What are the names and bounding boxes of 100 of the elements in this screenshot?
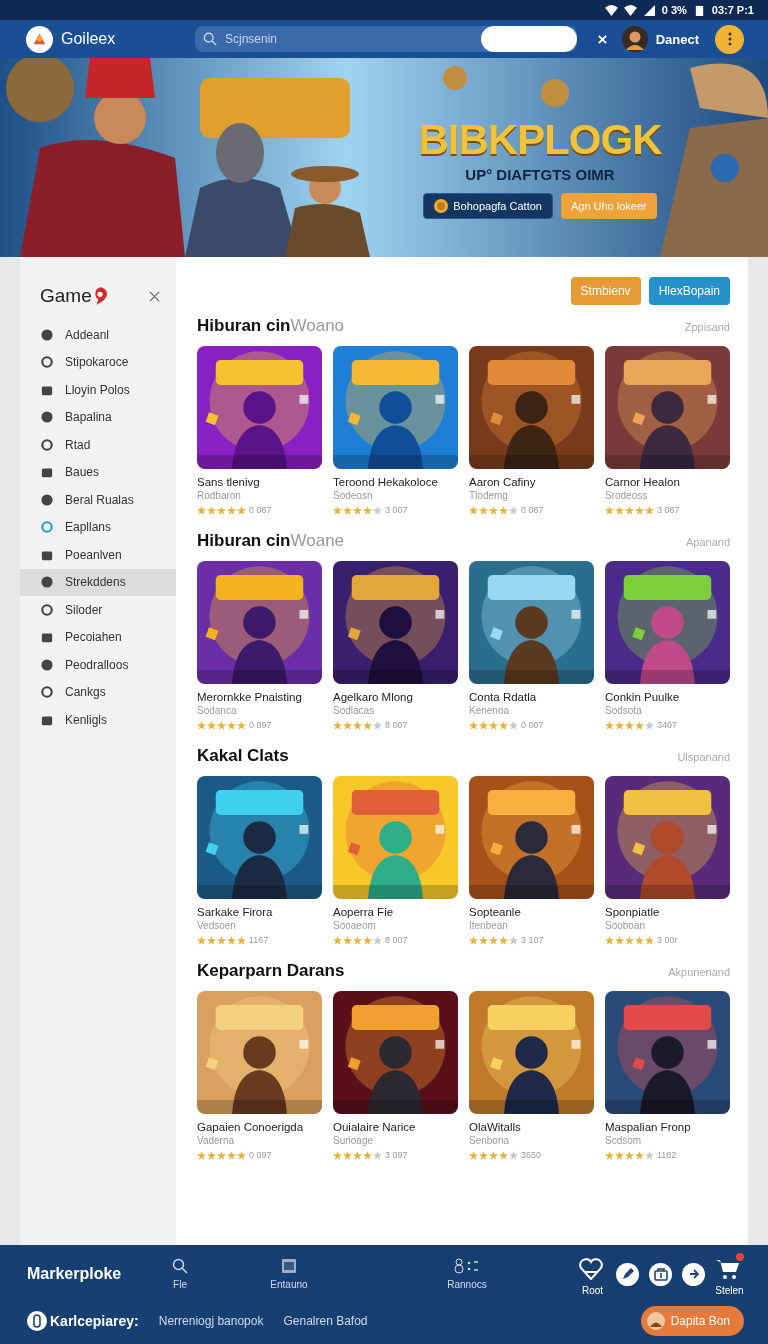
sidebar-item[interactable]: Siloder <box>20 596 176 624</box>
game-subtitle: Vedsoen <box>197 920 237 931</box>
menu-item-icon <box>41 603 53 616</box>
search-field[interactable]: Scjnsenin <box>195 26 577 52</box>
footer-link[interactable]: Genalren Bafod <box>283 1314 368 1328</box>
rating-count: 0 007 <box>521 720 544 730</box>
action-button[interactable]: HlexBopain <box>648 277 730 305</box>
rating-count: 8 007 <box>385 935 408 945</box>
sidebar-item[interactable]: Peodralloos <box>20 651 176 679</box>
sidebar-title: Game <box>40 285 92 307</box>
window-icon <box>281 1258 297 1274</box>
banner-title: BIBKPLOGK <box>418 116 662 164</box>
search-input[interactable]: Scjnsenin <box>223 31 475 47</box>
section-title: Keparparn Darans <box>197 961 345 981</box>
star-icon <box>373 1150 382 1160</box>
game-subtitle: Tlodemg <box>469 490 509 501</box>
sidebar-item[interactable]: Strekddens <box>20 568 176 596</box>
game-title[interactable]: Sarkake Firora <box>197 906 322 918</box>
sidebar-item[interactable]: Pecoiahen <box>20 623 176 651</box>
star-icon <box>489 1150 498 1160</box>
rating-count: 0 087 <box>249 505 272 515</box>
game-title[interactable]: Aoperra Fie <box>333 906 458 918</box>
game-title[interactable]: Sponpiatle <box>605 906 730 918</box>
game-subtitle: Itenbean <box>469 920 509 931</box>
game-title[interactable]: Carnor Healon <box>605 476 730 488</box>
sidebar-item[interactable]: Poeanlven <box>20 541 176 569</box>
star-icon <box>343 505 352 515</box>
star-icon <box>217 720 226 730</box>
account-link[interactable]: Karlcepiarey: <box>27 1311 139 1331</box>
game-title[interactable]: Aaron Cafiny <box>469 476 594 488</box>
star-icon <box>333 935 342 945</box>
star-icon <box>343 1150 352 1160</box>
rating-count: 1182 <box>657 1150 677 1160</box>
sidebar-item[interactable]: Beral Rualas <box>20 486 176 514</box>
game-title[interactable]: Merornkke Pnaisting <box>197 691 322 703</box>
star-icon <box>605 1150 614 1160</box>
game-title[interactable]: Sopteanle <box>469 906 594 918</box>
star-icon <box>333 1150 342 1160</box>
menu-item-icon <box>41 493 53 506</box>
bag-button[interactable] <box>649 1262 672 1286</box>
star-icon <box>509 935 518 945</box>
rating-count: 0 097 <box>249 720 272 730</box>
people-icon <box>453 1258 481 1274</box>
star-icon <box>479 505 488 515</box>
star-icon <box>373 720 382 730</box>
rating-count: 1167 <box>249 935 269 945</box>
logo-icon <box>26 25 53 53</box>
star-icon <box>489 935 498 945</box>
footer-nav-item[interactable]: Stelen <box>715 1252 744 1296</box>
search-submit-button[interactable] <box>480 26 577 52</box>
star-icon <box>363 505 372 515</box>
sidebar-item[interactable]: Kenligls <box>20 706 176 734</box>
star-icon <box>645 1150 654 1160</box>
cart-icon <box>715 1257 741 1280</box>
sidebar-item[interactable]: Bapalina <box>20 403 176 431</box>
more-icon <box>727 32 732 46</box>
rating-count: 0 097 <box>249 1150 272 1160</box>
sidebar-item[interactable]: Addeanl <box>20 321 176 349</box>
footer-nav-item[interactable]: Fle <box>165 1258 195 1290</box>
game-title[interactable]: Ouialaire Narice <box>333 1121 458 1133</box>
star-icon <box>615 505 624 515</box>
secondary-button[interactable]: Bohopagfa Catton <box>423 193 553 219</box>
sidebar-item[interactable]: Rtad <box>20 431 176 459</box>
more-button[interactable] <box>715 24 744 54</box>
footer-nav-item[interactable]: Root <box>579 1252 606 1296</box>
game-title[interactable]: Agelkaro Mlong <box>333 691 458 703</box>
menu-item-icon <box>41 521 53 534</box>
star-icon <box>353 505 362 515</box>
sidebar-item[interactable]: Stipokaroce <box>20 348 176 376</box>
star-icon <box>469 935 478 945</box>
arrow-button[interactable] <box>682 1262 705 1286</box>
footer-nav-item[interactable]: Rannocs <box>437 1258 497 1290</box>
game-subtitle: Sodanca <box>197 705 238 716</box>
game-title[interactable]: Conta Rdatla <box>469 691 594 703</box>
close-icon[interactable] <box>149 290 160 302</box>
star-icon <box>625 720 634 730</box>
game-title[interactable]: Sans tlenivg <box>197 476 322 488</box>
sidebar-item[interactable]: Cankgs <box>20 678 176 706</box>
game-title[interactable]: Maspalian Fronp <box>605 1121 730 1133</box>
footer-link[interactable]: Nerreniogj banopok <box>158 1314 264 1328</box>
game-title[interactable]: Gapaien Conoerigda <box>197 1121 322 1133</box>
star-icon <box>197 505 206 515</box>
menu-item-icon <box>41 658 53 671</box>
section-title: Hiburan cinWoano <box>197 316 345 336</box>
user-name: Danect <box>655 31 699 47</box>
sidebar-item[interactable]: Lloyin Polos <box>20 376 176 404</box>
pen-button[interactable] <box>616 1262 639 1286</box>
game-title[interactable]: Conkin Puulke <box>605 691 730 703</box>
game-title[interactable]: OlaWitalls <box>469 1121 594 1133</box>
sidebar-item[interactable]: Eapllans <box>20 513 176 541</box>
menu-item-icon <box>41 328 53 341</box>
footer-nav-item[interactable]: Entauno <box>259 1258 319 1290</box>
sidebar-item[interactable]: Baues <box>20 458 176 486</box>
star-icon <box>509 505 518 515</box>
star-icon <box>635 720 644 730</box>
avatar[interactable] <box>621 26 648 52</box>
star-icon <box>363 1150 372 1160</box>
star-icon <box>207 505 216 515</box>
game-title[interactable]: Teroond Hekakoloce <box>333 476 458 488</box>
menu-item-icon <box>41 466 53 479</box>
